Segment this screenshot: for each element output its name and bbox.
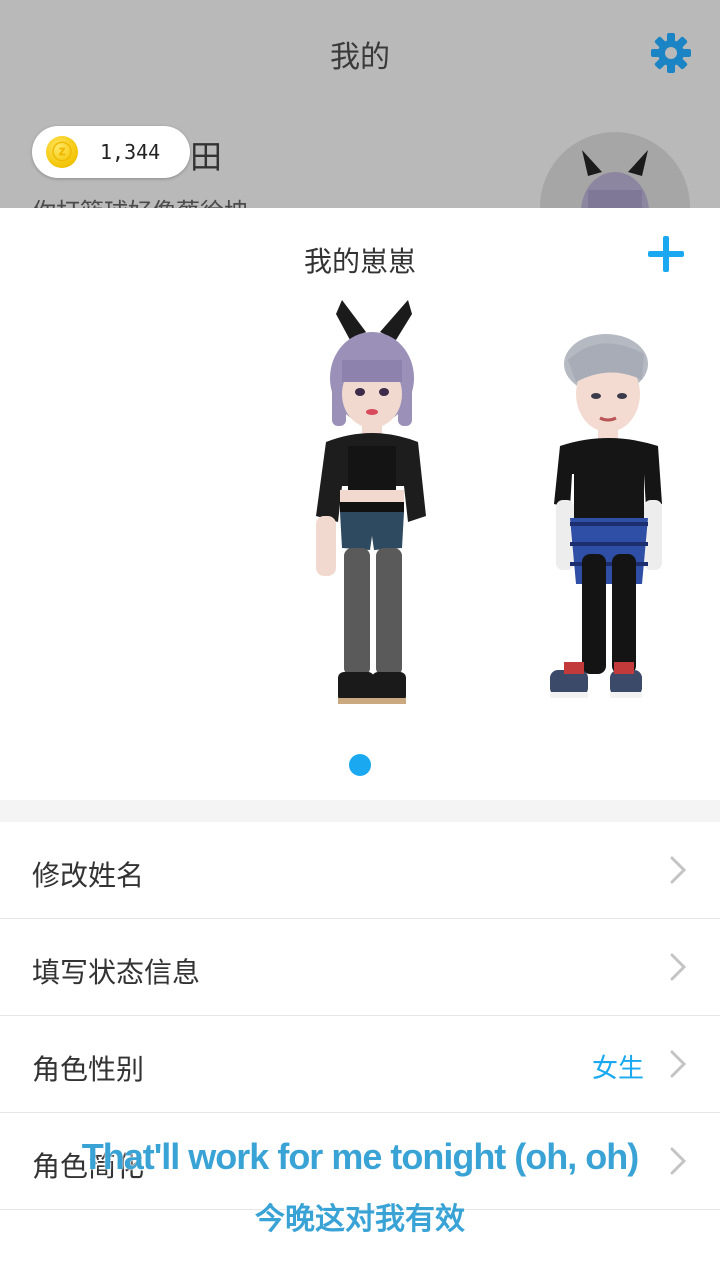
chevron-right-icon <box>670 856 686 884</box>
menu-item-gender[interactable]: 角色性别 女生 <box>0 1016 720 1113</box>
menu-item-label: 角色性别 <box>32 1053 145 1086</box>
subtitle-english: That'll work for me tonight (oh, oh) <box>81 1136 640 1177</box>
section-divider <box>0 800 720 822</box>
avatar-character-female[interactable] <box>296 296 446 716</box>
chevron-right-icon <box>670 953 686 981</box>
sheet-title: 我的崽崽 <box>303 245 416 278</box>
subtitle-chinese: 今晚这对我有效 <box>255 1202 465 1237</box>
profile-status: 你打篮球好像蔡徐坤 <box>32 192 248 208</box>
coin-balance[interactable]: ⓩ 1,344 <box>32 126 190 178</box>
menu-item-status[interactable]: 填写状态信息 <box>0 919 720 1016</box>
avatar-head-graphic <box>581 150 649 208</box>
avatar[interactable] <box>540 132 690 208</box>
coin-amount: 1,344 <box>100 140 161 164</box>
menu-item-label: 修改姓名 <box>32 859 145 892</box>
plus-icon[interactable] <box>648 236 684 272</box>
my-avatars-sheet: 我的崽崽 <box>0 208 720 800</box>
menu-item-rename[interactable]: 修改姓名 <box>0 822 720 919</box>
menu-item-label: 填写状态信息 <box>32 956 201 989</box>
gender-value: 女生 <box>591 1054 644 1084</box>
page-title: 我的 <box>330 40 390 75</box>
coin-icon: ⓩ <box>46 136 78 168</box>
page-indicator-dot <box>349 754 371 776</box>
profile-name: 田 <box>190 138 223 176</box>
gear-icon[interactable] <box>650 32 692 74</box>
avatar-character-male[interactable] <box>540 324 680 714</box>
top-bar: 我的 <box>0 0 720 109</box>
profile-header: 田 你打篮球好像蔡徐坤 ⓩ 1,344 <box>0 108 720 208</box>
chevron-right-icon <box>670 1050 686 1078</box>
